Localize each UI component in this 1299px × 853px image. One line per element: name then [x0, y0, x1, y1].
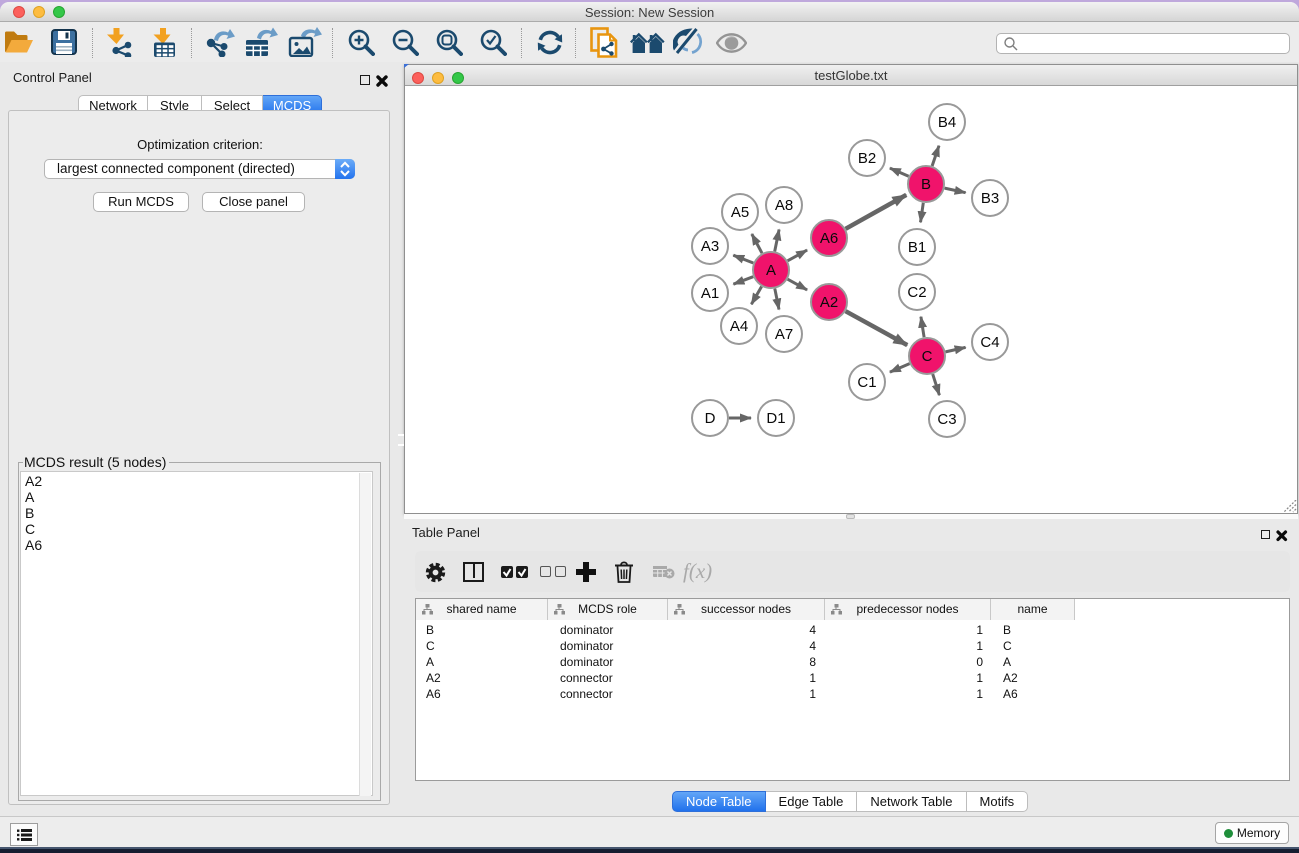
svg-text:A: A — [766, 262, 776, 279]
svg-text:A5: A5 — [731, 204, 749, 221]
svg-text:D1: D1 — [766, 410, 785, 427]
svg-text:C1: C1 — [857, 374, 876, 391]
svg-text:A7: A7 — [775, 326, 793, 343]
svg-text:B3: B3 — [981, 190, 999, 207]
svg-text:A6: A6 — [820, 230, 838, 247]
svg-text:A8: A8 — [775, 197, 793, 214]
svg-text:C3: C3 — [937, 411, 956, 428]
svg-text:B1: B1 — [908, 239, 926, 256]
svg-text:B: B — [921, 176, 931, 193]
svg-text:B4: B4 — [938, 114, 956, 131]
svg-text:B2: B2 — [858, 150, 876, 167]
svg-text:D: D — [705, 410, 716, 427]
svg-text:A4: A4 — [730, 318, 748, 335]
svg-text:C2: C2 — [907, 284, 926, 301]
svg-text:A1: A1 — [701, 285, 719, 302]
svg-text:C: C — [922, 348, 933, 365]
svg-text:C4: C4 — [980, 334, 999, 351]
svg-text:A2: A2 — [820, 294, 838, 311]
svg-text:A3: A3 — [701, 238, 719, 255]
